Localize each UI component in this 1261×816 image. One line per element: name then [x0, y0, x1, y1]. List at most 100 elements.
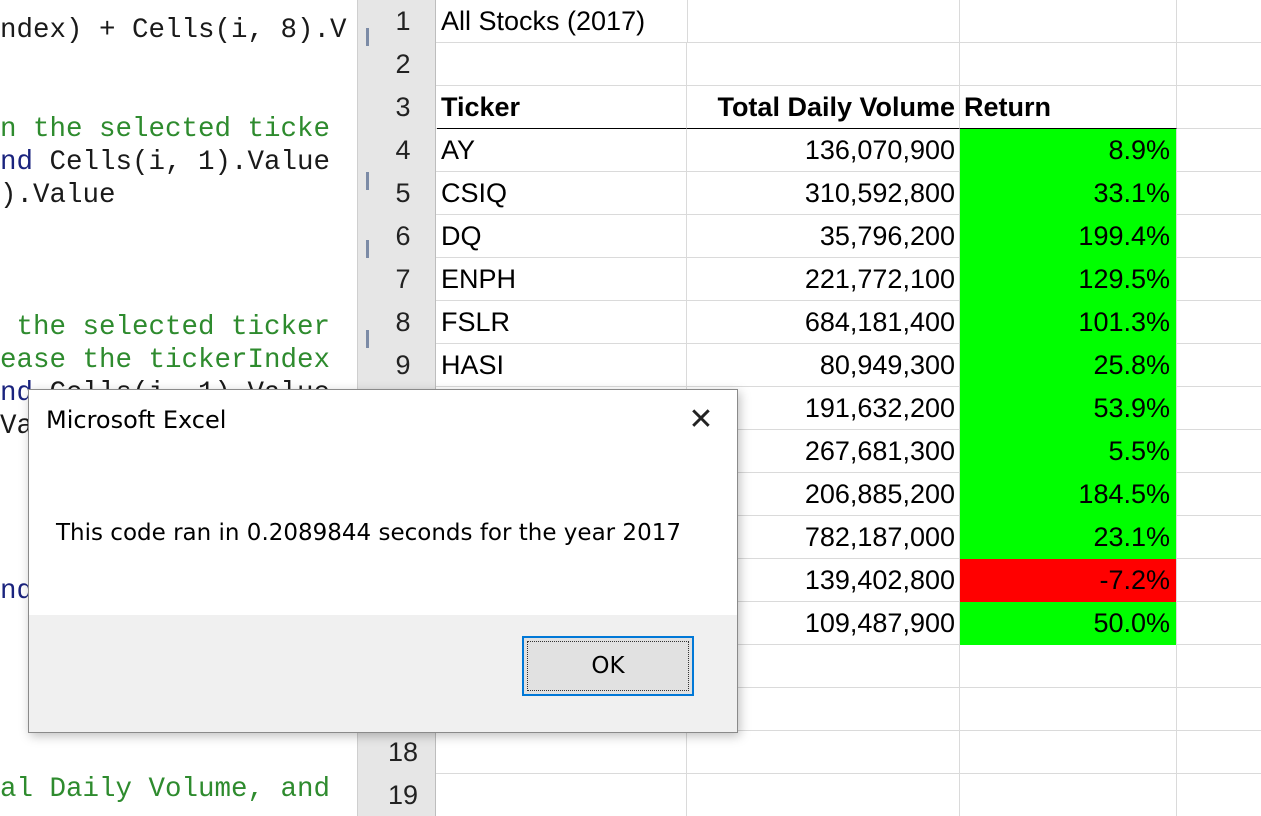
row-header[interactable]: 19 [371, 774, 436, 816]
dialog-button-bar: OK [29, 615, 737, 732]
cell[interactable] [437, 731, 687, 774]
return-cell[interactable]: -7.2% [960, 559, 1177, 602]
row-header[interactable]: 6 [371, 215, 436, 258]
cell[interactable] [1177, 645, 1261, 688]
cell[interactable] [960, 43, 1177, 86]
row-header[interactable]: 1 [371, 0, 436, 43]
volume-cell[interactable]: 80,949,300 [687, 344, 960, 387]
return-cell[interactable]: 101.3% [960, 301, 1177, 344]
cell[interactable] [1177, 301, 1261, 344]
cell[interactable] [960, 731, 1177, 774]
row-header[interactable]: 4 [371, 129, 436, 172]
code-line[interactable]: ).Value [0, 179, 116, 212]
cell[interactable] [1177, 473, 1261, 516]
return-cell[interactable]: 25.8% [960, 344, 1177, 387]
scrollbar-marker [366, 240, 369, 258]
cell[interactable] [1177, 688, 1261, 731]
ticker-cell[interactable]: ENPH [437, 258, 687, 301]
ticker-cell[interactable]: CSIQ [437, 172, 687, 215]
table-row: 6 DQ 35,796,200 199.4% [371, 215, 1261, 258]
return-cell[interactable]: 8.9% [960, 129, 1177, 172]
row-header[interactable]: 18 [371, 731, 436, 774]
row-header[interactable]: 8 [371, 301, 436, 344]
sheet-row-2: 2 [371, 43, 1261, 86]
sheet-row-18: 18 [371, 731, 1261, 774]
cell[interactable] [1177, 387, 1261, 430]
cell[interactable] [1177, 559, 1261, 602]
sheet-row-3: 3 Ticker Total Daily Volume Return [371, 86, 1261, 129]
cell[interactable] [960, 645, 1177, 688]
code-line[interactable]: al Daily Volume, and [0, 773, 330, 806]
cell[interactable] [1177, 215, 1261, 258]
return-cell[interactable]: 184.5% [960, 473, 1177, 516]
cell[interactable] [960, 688, 1177, 731]
ticker-cell[interactable]: AY [437, 129, 687, 172]
code-line[interactable]: n the selected ticke [0, 113, 330, 146]
return-cell[interactable]: 23.1% [960, 516, 1177, 559]
cell[interactable] [1177, 774, 1261, 816]
sheet-row-19: 19 [371, 774, 1261, 816]
cell[interactable] [687, 731, 960, 774]
table-row: 5 CSIQ 310,592,800 33.1% [371, 172, 1261, 215]
sheet-row-1: 1 All Stocks (2017) [371, 0, 1261, 43]
row-header[interactable]: 9 [371, 344, 436, 387]
sheet-title-cell[interactable]: All Stocks (2017) [437, 0, 687, 43]
volume-cell[interactable]: 221,772,100 [687, 258, 960, 301]
return-cell[interactable]: 53.9% [960, 387, 1177, 430]
cell[interactable] [437, 774, 687, 816]
cell[interactable] [437, 43, 687, 86]
return-cell[interactable]: 5.5% [960, 430, 1177, 473]
cell[interactable] [687, 0, 960, 43]
code-line[interactable]: nd Cells(i, 1).Value [0, 146, 330, 179]
table-row: 7 ENPH 221,772,100 129.5% [371, 258, 1261, 301]
row-header[interactable]: 7 [371, 258, 436, 301]
cell[interactable] [1177, 731, 1261, 774]
dialog-title: Microsoft Excel [46, 406, 227, 434]
row-header[interactable]: 5 [371, 172, 436, 215]
code-line[interactable]: the selected ticker [0, 311, 331, 344]
row-header[interactable]: 3 [371, 86, 436, 129]
return-cell[interactable]: 199.4% [960, 215, 1177, 258]
dialog-message: This code ran in 0.2089844 seconds for t… [56, 520, 681, 546]
message-box-dialog[interactable]: Microsoft Excel ✕ This code ran in 0.208… [28, 389, 738, 733]
scrollbar-marker [366, 330, 369, 348]
ticker-cell[interactable]: FSLR [437, 301, 687, 344]
code-line[interactable]: ndex) + Cells(i, 8).V [0, 14, 347, 47]
volume-cell[interactable]: 35,796,200 [687, 215, 960, 258]
cell[interactable] [1177, 0, 1261, 43]
cell[interactable] [1177, 172, 1261, 215]
close-icon[interactable]: ✕ [681, 402, 721, 438]
ok-button[interactable]: OK [522, 636, 694, 696]
cell[interactable] [960, 774, 1177, 816]
volume-header-cell[interactable]: Total Daily Volume [687, 86, 960, 129]
volume-cell[interactable]: 310,592,800 [687, 172, 960, 215]
cell[interactable] [1177, 129, 1261, 172]
cell[interactable] [1177, 430, 1261, 473]
return-cell[interactable]: 129.5% [960, 258, 1177, 301]
table-row: 8 FSLR 684,181,400 101.3% [371, 301, 1261, 344]
cell[interactable] [1177, 344, 1261, 387]
return-cell[interactable]: 33.1% [960, 172, 1177, 215]
volume-cell[interactable]: 136,070,900 [687, 129, 960, 172]
cell[interactable] [960, 0, 1177, 43]
cell[interactable] [1177, 602, 1261, 645]
code-line[interactable]: ease the tickerIndex [0, 344, 330, 377]
return-header-cell[interactable]: Return [960, 86, 1177, 129]
ticker-header-cell[interactable]: Ticker [437, 86, 687, 129]
table-row: 4 AY 136,070,900 8.9% [371, 129, 1261, 172]
code-token: Cells(i, 1).Value [33, 147, 331, 178]
cell[interactable] [687, 43, 960, 86]
cell[interactable] [687, 774, 960, 816]
ticker-cell[interactable]: HASI [437, 344, 687, 387]
scrollbar-marker [366, 172, 369, 190]
table-row: 9 HASI 80,949,300 25.8% [371, 344, 1261, 387]
return-cell[interactable]: 50.0% [960, 602, 1177, 645]
cell[interactable] [1177, 43, 1261, 86]
cell[interactable] [1177, 516, 1261, 559]
cell[interactable] [1177, 258, 1261, 301]
ticker-cell[interactable]: DQ [437, 215, 687, 258]
row-header[interactable]: 2 [371, 43, 436, 86]
volume-cell[interactable]: 684,181,400 [687, 301, 960, 344]
cell[interactable] [1177, 86, 1261, 129]
scrollbar-marker [366, 28, 369, 46]
